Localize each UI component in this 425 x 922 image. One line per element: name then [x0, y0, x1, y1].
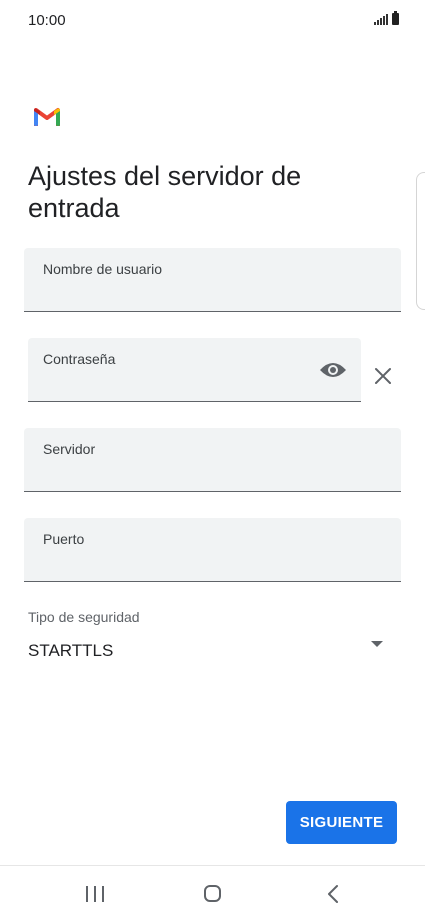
signal-icon — [374, 14, 388, 25]
username-input[interactable] — [43, 283, 351, 305]
navigation-bar — [0, 866, 425, 922]
username-field[interactable]: Nombre de usuario — [24, 248, 401, 312]
password-input[interactable] — [43, 373, 311, 395]
gmail-logo — [34, 108, 60, 126]
home-icon[interactable] — [204, 885, 221, 902]
next-button[interactable]: SIGUIENTE — [286, 801, 397, 844]
scroll-indicator — [416, 172, 425, 310]
status-icons — [374, 11, 399, 25]
recents-icon[interactable] — [86, 886, 104, 902]
port-input[interactable] — [43, 553, 351, 575]
close-icon[interactable] — [373, 366, 393, 386]
port-field[interactable]: Puerto — [24, 518, 401, 582]
server-input[interactable] — [43, 463, 351, 485]
page-title: Ajustes del servidor de entrada — [28, 161, 302, 223]
status-bar: 10:00 — [0, 0, 425, 40]
password-label: Contraseña — [43, 351, 116, 367]
back-icon[interactable] — [324, 884, 342, 904]
port-label: Puerto — [43, 531, 85, 547]
chevron-down-icon[interactable] — [371, 641, 383, 647]
security-type-value[interactable]: STARTTLS — [28, 641, 113, 661]
password-field[interactable]: Contraseña — [28, 338, 361, 402]
security-type-label: Tipo de seguridad — [28, 609, 140, 625]
server-field[interactable]: Servidor — [24, 428, 401, 492]
eye-icon[interactable] — [319, 360, 347, 380]
username-label: Nombre de usuario — [43, 261, 163, 277]
battery-icon — [392, 11, 399, 25]
status-time: 10:00 — [28, 12, 66, 29]
server-label: Servidor — [43, 441, 96, 457]
